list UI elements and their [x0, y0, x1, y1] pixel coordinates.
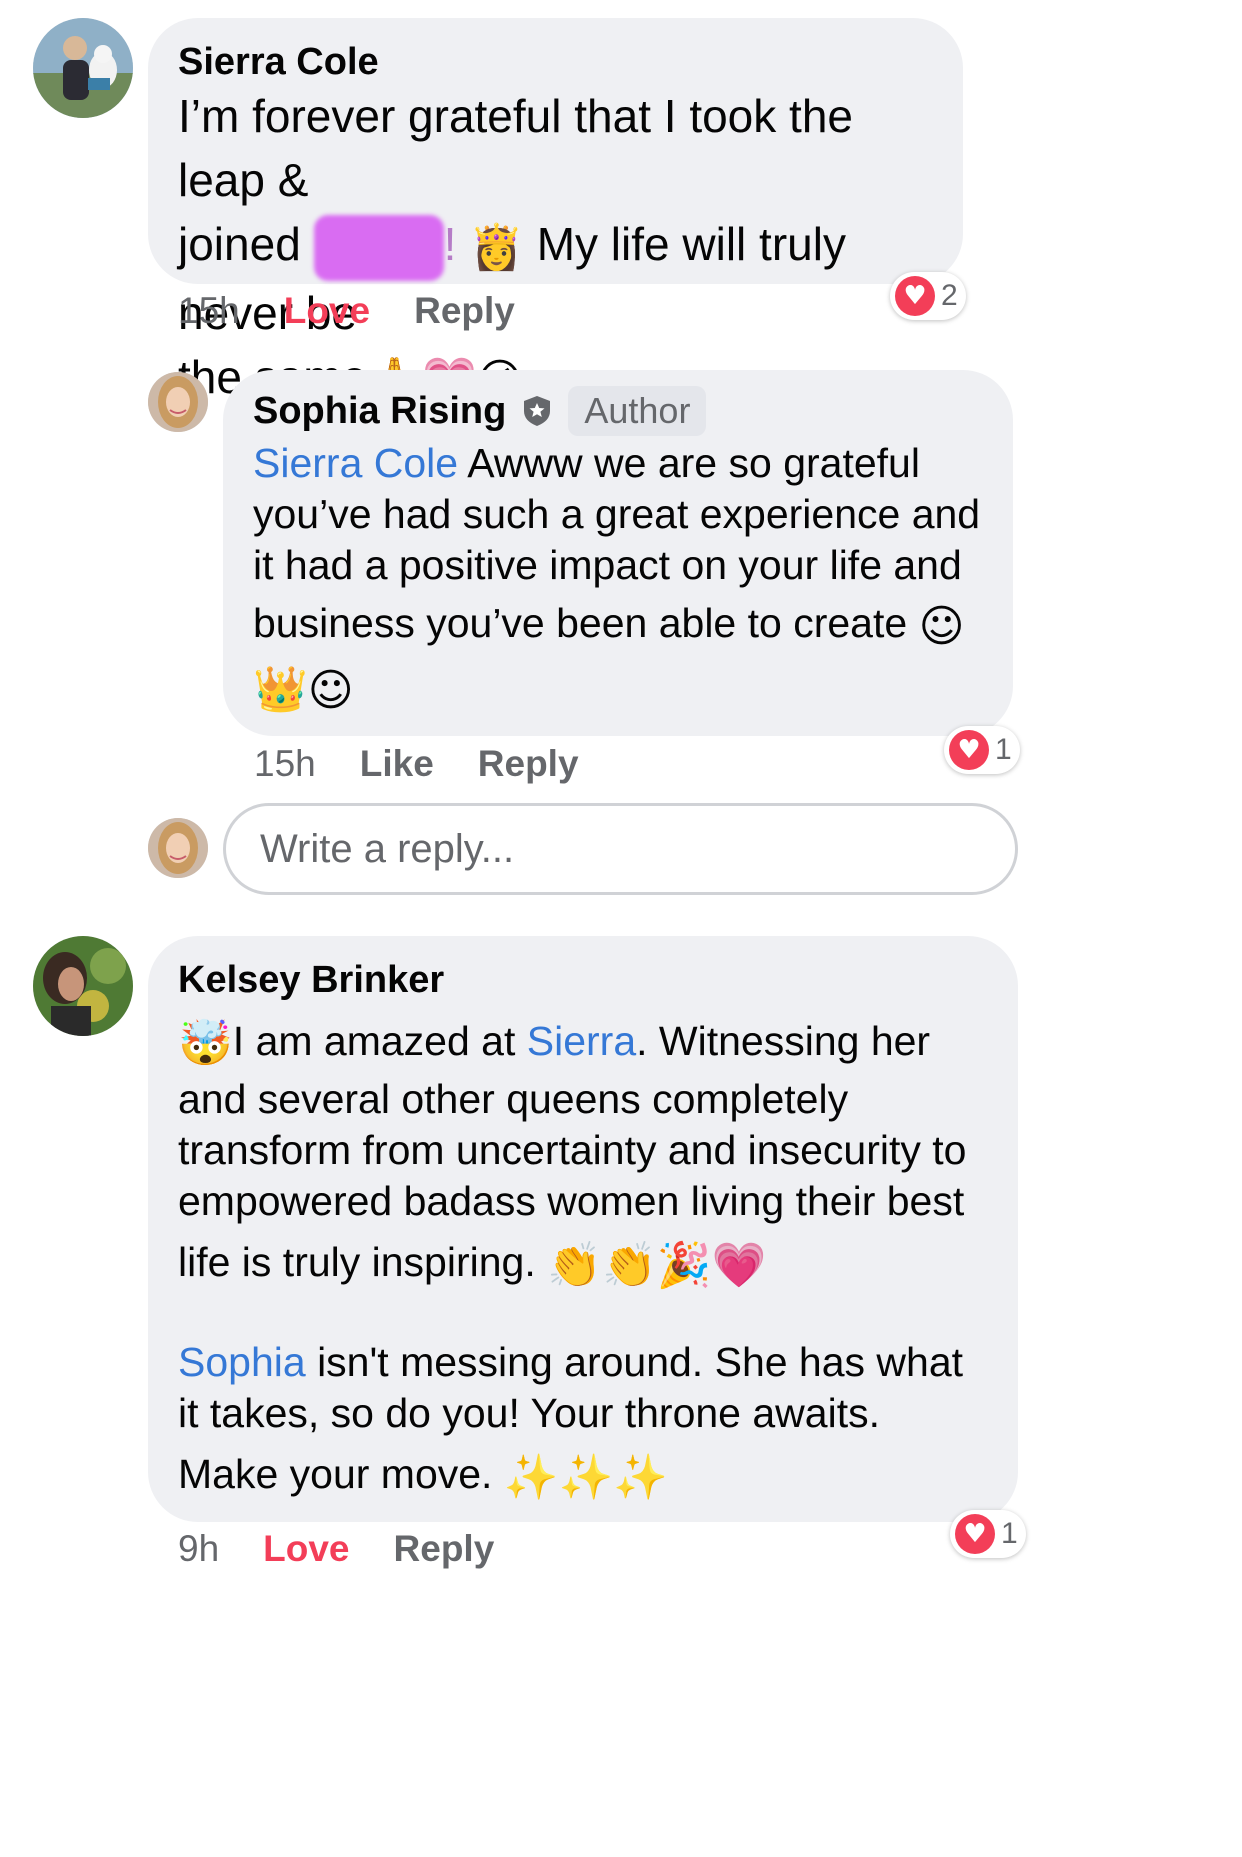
- comment-text-line: . Witnessing her: [636, 1017, 931, 1064]
- comment-text-line: !: [443, 218, 457, 270]
- timestamp: 9h: [178, 1528, 220, 1569]
- comment-text: Sierra Cole Awww we are so grateful you’…: [253, 438, 983, 725]
- mention-link[interactable]: Sophia: [178, 1339, 306, 1385]
- comment-text-line: transform from uncertainty and insecurit…: [178, 1127, 967, 1173]
- comment-bubble-sophia: Sophia Rising Author Sierra Cole Awww we…: [223, 370, 1013, 736]
- redacted-blur: [313, 214, 444, 281]
- comment-thread: Sierra Cole I’m forever grateful that I …: [0, 0, 1242, 1857]
- heart-icon: ♥: [895, 276, 935, 316]
- reply-button[interactable]: Reply: [478, 742, 579, 786]
- reaction-summary[interactable]: ♥ 1: [944, 726, 1020, 774]
- comment-text-line: Awww we are so grateful: [458, 440, 920, 486]
- avatar-current-user: [148, 818, 208, 878]
- crown-emoji-icon: 👑: [253, 664, 308, 715]
- comment-header: Sophia Rising Author: [253, 386, 983, 436]
- like-button[interactable]: Like: [360, 742, 434, 786]
- reaction-summary[interactable]: ♥ 2: [890, 272, 966, 320]
- reaction-count: 2: [941, 279, 958, 312]
- comment-text-line: empowered badass women living their best: [178, 1178, 965, 1224]
- avatar-kelsey-brinker[interactable]: [33, 936, 133, 1036]
- comment-text: I’m forever grateful that I took the lea…: [178, 84, 933, 413]
- comment-meta: 15h Love Reply: [178, 289, 515, 333]
- love-button[interactable]: Love: [284, 289, 370, 333]
- comment-text-line: joined: [178, 218, 301, 270]
- avatar-photo-icon: [148, 818, 208, 878]
- avatar-photo-icon: [148, 372, 208, 432]
- princess-emoji-icon: 👸: [469, 221, 524, 273]
- avatar-photo-icon: [33, 18, 133, 118]
- comment-text: 🤯I am amazed at Sierra. Witnessing her a…: [178, 1014, 988, 1509]
- shield-star-icon: [524, 396, 551, 426]
- heart-icon: ♥: [949, 730, 989, 770]
- reply-input[interactable]: Write a reply...: [223, 803, 1018, 895]
- reaction-count: 1: [995, 733, 1012, 766]
- comment-author[interactable]: Sophia Rising: [253, 389, 506, 433]
- comment-text-line: it takes, so do you! Your throne awaits.: [178, 1390, 880, 1436]
- mention-link[interactable]: Sierra: [527, 1018, 636, 1064]
- comment-author[interactable]: Kelsey Brinker: [178, 958, 444, 1002]
- comment-text-line: business you’ve been able to create: [253, 600, 908, 646]
- timestamp: 15h: [254, 743, 316, 784]
- exploding-head-emoji-icon: 🤯: [178, 1018, 233, 1069]
- author-badge: Author: [568, 386, 707, 436]
- avatar-photo-icon: [33, 936, 133, 1036]
- clapping-hands-emoji-icon: 👏: [601, 1239, 657, 1291]
- comment-bubble-sierra: Sierra Cole I’m forever grateful that I …: [148, 18, 963, 406]
- timestamp: 15h: [178, 290, 240, 331]
- comment-text-line: you’ve had such a great experience and: [253, 491, 981, 537]
- smiling-face-emoji-icon: ☺: [918, 600, 965, 652]
- love-button[interactable]: Love: [263, 1527, 349, 1571]
- comment-text-line: Make your move.: [178, 1451, 493, 1497]
- reaction-summary[interactable]: ♥ 1: [950, 1510, 1026, 1558]
- avatar-sophia-rising[interactable]: [148, 372, 208, 432]
- comment-bubble-kelsey: Kelsey Brinker 🤯I am amazed at Sierra. W…: [148, 936, 1018, 1522]
- comment-meta: 9h Love Reply: [178, 1527, 494, 1571]
- reply-button[interactable]: Reply: [394, 1527, 495, 1571]
- smiling-face-emoji-icon: ☺: [307, 664, 354, 716]
- sparkling-heart-emoji-icon: 💗: [711, 1239, 767, 1291]
- comment-text-line: and several other queens completely: [178, 1076, 849, 1122]
- sparkles-emoji-icon: ✨✨✨: [503, 1451, 669, 1503]
- heart-icon: ♥: [955, 1514, 995, 1554]
- party-popper-emoji-icon: 🎉: [656, 1239, 712, 1291]
- comment-meta: 15h Like Reply: [254, 742, 579, 786]
- clapping-hands-emoji-icon: 👏: [547, 1239, 602, 1291]
- mention-link[interactable]: Sierra Cole: [253, 440, 458, 486]
- comment-text-line: I am amazed at: [232, 1017, 527, 1064]
- comment-text-line: isn't messing around. She has what: [305, 1339, 964, 1385]
- comment-text-line: life is truly inspiring.: [178, 1239, 536, 1285]
- reaction-count: 1: [1001, 1517, 1018, 1550]
- avatar-sierra-cole[interactable]: [33, 18, 133, 118]
- reply-button[interactable]: Reply: [414, 289, 515, 333]
- reply-input-placeholder: Write a reply...: [260, 826, 515, 871]
- comment-text-line: it had a positive impact on your life an…: [253, 542, 962, 588]
- comment-author[interactable]: Sierra Cole: [178, 40, 379, 84]
- comment-text-line: I’m forever grateful that I took the lea…: [178, 90, 853, 206]
